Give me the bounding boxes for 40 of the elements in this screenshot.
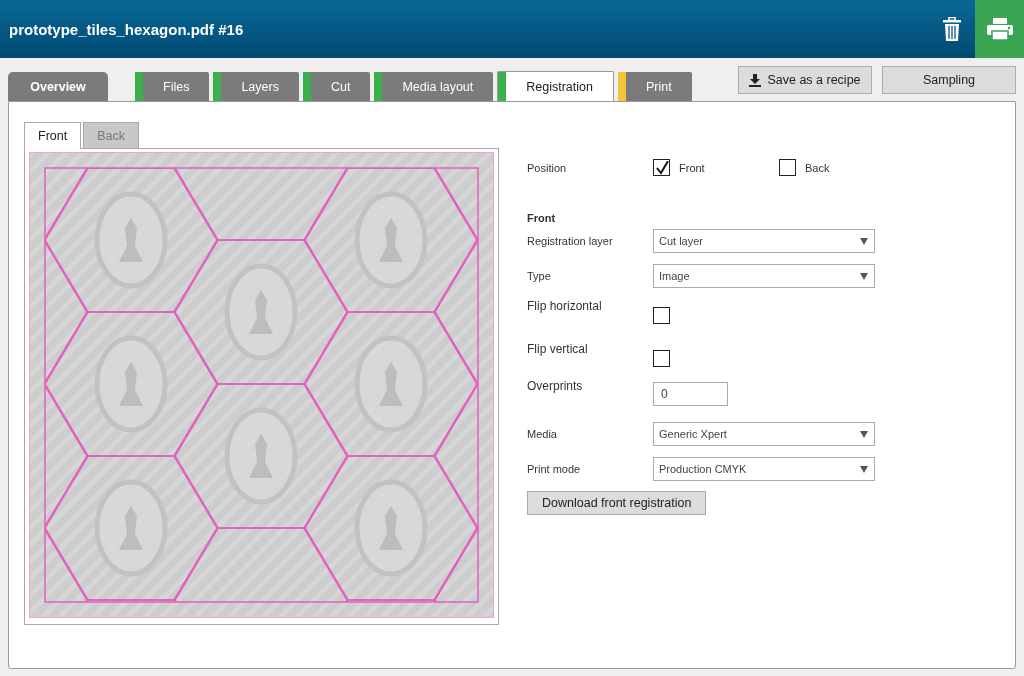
tab[interactable]: Media layout xyxy=(374,72,494,101)
field-label: Position xyxy=(527,161,568,174)
tab[interactable]: Print xyxy=(617,72,692,101)
checkbox-label: Back xyxy=(805,161,830,174)
trash-icon[interactable] xyxy=(943,17,961,41)
tab[interactable]: Files xyxy=(135,72,210,101)
tab[interactable]: Front xyxy=(24,122,82,149)
action-button[interactable]: Sampling xyxy=(882,66,1016,94)
print-button[interactable] xyxy=(975,0,1024,58)
caret-icon xyxy=(860,465,868,473)
caret-icon xyxy=(860,272,868,280)
checkbox[interactable] xyxy=(779,159,796,176)
caret-icon xyxy=(860,430,868,438)
dropdown[interactable]: Generic Xpert xyxy=(653,422,875,446)
download-icon xyxy=(749,73,762,87)
field-label: Overprints xyxy=(527,379,584,393)
checkbox[interactable] xyxy=(653,349,670,367)
tab[interactable]: Cut xyxy=(302,72,371,101)
printer-icon xyxy=(986,18,1013,40)
tab[interactable]: Overview xyxy=(8,72,108,101)
dropdown[interactable]: Image xyxy=(653,264,875,288)
checkbox[interactable] xyxy=(653,159,670,176)
tab[interactable]: Registration xyxy=(497,71,614,101)
field-label: Print mode xyxy=(527,463,582,475)
field-label: Flip vertical xyxy=(527,342,589,356)
number-field[interactable]: 0 xyxy=(653,382,728,406)
field-label: Type xyxy=(527,270,552,282)
checkbox[interactable] xyxy=(653,306,670,324)
field-label: Registration layer xyxy=(527,235,614,247)
section-title: Front xyxy=(527,212,557,224)
download-button[interactable]: Download front registration xyxy=(527,491,707,515)
field-label: Media xyxy=(527,428,558,440)
checkbox-label: Front xyxy=(679,161,705,174)
field-label: Flip horizontal xyxy=(527,299,603,313)
dropdown[interactable]: Cut layer xyxy=(653,229,875,253)
dropdown[interactable]: Production CMYK xyxy=(653,457,875,481)
tab[interactable]: Layers xyxy=(213,72,299,101)
caret-icon xyxy=(860,237,868,245)
window-title: prototype_tiles_hexagon.pdf #16 xyxy=(8,20,245,38)
action-button[interactable]: Save as a recipe xyxy=(738,66,872,94)
